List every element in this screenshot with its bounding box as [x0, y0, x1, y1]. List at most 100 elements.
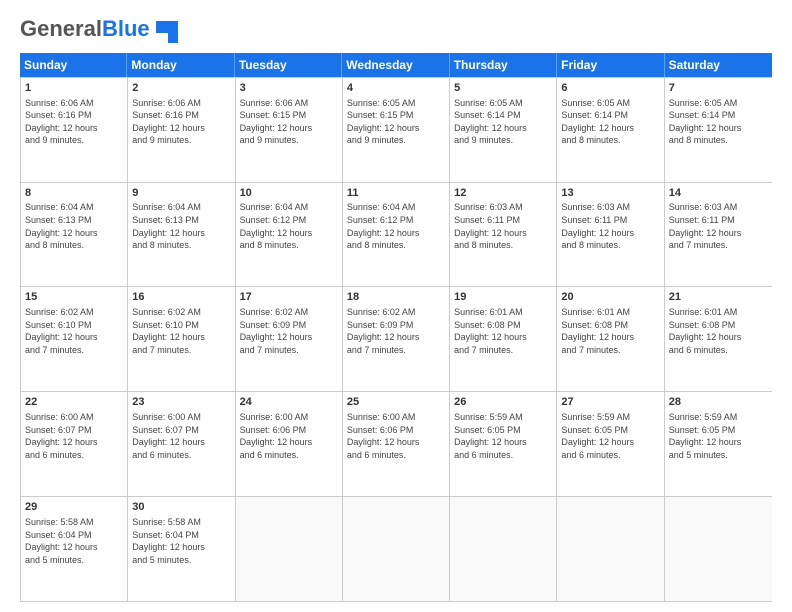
calendar-cell	[557, 497, 664, 601]
cell-info: Sunrise: 6:02 AMSunset: 6:10 PMDaylight:…	[25, 306, 123, 356]
cell-info: Sunrise: 6:02 AMSunset: 6:09 PMDaylight:…	[347, 306, 445, 356]
cell-info: Sunrise: 5:59 AMSunset: 6:05 PMDaylight:…	[561, 411, 659, 461]
calendar-cell: 26Sunrise: 5:59 AMSunset: 6:05 PMDayligh…	[450, 392, 557, 496]
cell-info: Sunrise: 5:58 AMSunset: 6:04 PMDaylight:…	[25, 516, 123, 566]
calendar-cell: 28Sunrise: 5:59 AMSunset: 6:05 PMDayligh…	[665, 392, 772, 496]
day-number: 8	[25, 186, 123, 201]
calendar-cell: 11Sunrise: 6:04 AMSunset: 6:12 PMDayligh…	[343, 183, 450, 287]
day-number: 13	[561, 186, 659, 201]
calendar-cell: 6Sunrise: 6:05 AMSunset: 6:14 PMDaylight…	[557, 78, 664, 182]
day-number: 7	[669, 81, 768, 96]
calendar-cell: 18Sunrise: 6:02 AMSunset: 6:09 PMDayligh…	[343, 287, 450, 391]
day-number: 16	[132, 290, 230, 305]
calendar-body: 1Sunrise: 6:06 AMSunset: 6:16 PMDaylight…	[20, 77, 772, 602]
calendar-cell: 14Sunrise: 6:03 AMSunset: 6:11 PMDayligh…	[665, 183, 772, 287]
calendar-cell: 22Sunrise: 6:00 AMSunset: 6:07 PMDayligh…	[21, 392, 128, 496]
calendar-row: 22Sunrise: 6:00 AMSunset: 6:07 PMDayligh…	[21, 392, 772, 497]
calendar-cell: 1Sunrise: 6:06 AMSunset: 6:16 PMDaylight…	[21, 78, 128, 182]
cell-info: Sunrise: 6:05 AMSunset: 6:14 PMDaylight:…	[454, 97, 552, 147]
calendar-row: 15Sunrise: 6:02 AMSunset: 6:10 PMDayligh…	[21, 287, 772, 392]
calendar-cell: 19Sunrise: 6:01 AMSunset: 6:08 PMDayligh…	[450, 287, 557, 391]
calendar-cell: 21Sunrise: 6:01 AMSunset: 6:08 PMDayligh…	[665, 287, 772, 391]
calendar-cell: 12Sunrise: 6:03 AMSunset: 6:11 PMDayligh…	[450, 183, 557, 287]
calendar-cell: 4Sunrise: 6:05 AMSunset: 6:15 PMDaylight…	[343, 78, 450, 182]
cell-info: Sunrise: 6:04 AMSunset: 6:13 PMDaylight:…	[25, 201, 123, 251]
calendar-cell: 10Sunrise: 6:04 AMSunset: 6:12 PMDayligh…	[236, 183, 343, 287]
calendar-cell: 3Sunrise: 6:06 AMSunset: 6:15 PMDaylight…	[236, 78, 343, 182]
calendar-cell: 17Sunrise: 6:02 AMSunset: 6:09 PMDayligh…	[236, 287, 343, 391]
calendar-cell: 23Sunrise: 6:00 AMSunset: 6:07 PMDayligh…	[128, 392, 235, 496]
cell-info: Sunrise: 6:03 AMSunset: 6:11 PMDaylight:…	[454, 201, 552, 251]
calendar-header: SundayMondayTuesdayWednesdayThursdayFrid…	[20, 53, 772, 77]
calendar-cell	[343, 497, 450, 601]
calendar-cell	[450, 497, 557, 601]
calendar-cell: 25Sunrise: 6:00 AMSunset: 6:06 PMDayligh…	[343, 392, 450, 496]
day-number: 3	[240, 81, 338, 96]
calendar-row: 8Sunrise: 6:04 AMSunset: 6:13 PMDaylight…	[21, 183, 772, 288]
cell-info: Sunrise: 6:06 AMSunset: 6:16 PMDaylight:…	[132, 97, 230, 147]
header-day-saturday: Saturday	[665, 53, 772, 77]
logo-blue: Blue	[102, 16, 150, 41]
day-number: 9	[132, 186, 230, 201]
day-number: 27	[561, 395, 659, 410]
day-number: 29	[25, 500, 123, 515]
logo-general: General	[20, 16, 102, 41]
day-number: 15	[25, 290, 123, 305]
cell-info: Sunrise: 6:04 AMSunset: 6:12 PMDaylight:…	[240, 201, 338, 251]
calendar-cell: 20Sunrise: 6:01 AMSunset: 6:08 PMDayligh…	[557, 287, 664, 391]
calendar-cell: 29Sunrise: 5:58 AMSunset: 6:04 PMDayligh…	[21, 497, 128, 601]
cell-info: Sunrise: 5:58 AMSunset: 6:04 PMDaylight:…	[132, 516, 230, 566]
day-number: 22	[25, 395, 123, 410]
cell-info: Sunrise: 6:03 AMSunset: 6:11 PMDaylight:…	[561, 201, 659, 251]
day-number: 2	[132, 81, 230, 96]
logo-wordmark: GeneralBlue	[20, 16, 178, 43]
calendar-row: 1Sunrise: 6:06 AMSunset: 6:16 PMDaylight…	[21, 78, 772, 183]
cell-info: Sunrise: 5:59 AMSunset: 6:05 PMDaylight:…	[669, 411, 768, 461]
cell-info: Sunrise: 6:05 AMSunset: 6:14 PMDaylight:…	[669, 97, 768, 147]
cell-info: Sunrise: 6:04 AMSunset: 6:13 PMDaylight:…	[132, 201, 230, 251]
calendar-cell: 27Sunrise: 5:59 AMSunset: 6:05 PMDayligh…	[557, 392, 664, 496]
cell-info: Sunrise: 6:03 AMSunset: 6:11 PMDaylight:…	[669, 201, 768, 251]
cell-info: Sunrise: 6:00 AMSunset: 6:06 PMDaylight:…	[240, 411, 338, 461]
header-day-sunday: Sunday	[20, 53, 127, 77]
cell-info: Sunrise: 6:02 AMSunset: 6:09 PMDaylight:…	[240, 306, 338, 356]
calendar-cell	[236, 497, 343, 601]
day-number: 30	[132, 500, 230, 515]
day-number: 5	[454, 81, 552, 96]
day-number: 12	[454, 186, 552, 201]
cell-info: Sunrise: 6:00 AMSunset: 6:07 PMDaylight:…	[132, 411, 230, 461]
calendar-cell: 16Sunrise: 6:02 AMSunset: 6:10 PMDayligh…	[128, 287, 235, 391]
cell-info: Sunrise: 6:01 AMSunset: 6:08 PMDaylight:…	[454, 306, 552, 356]
day-number: 6	[561, 81, 659, 96]
day-number: 18	[347, 290, 445, 305]
day-number: 24	[240, 395, 338, 410]
cell-info: Sunrise: 6:00 AMSunset: 6:07 PMDaylight:…	[25, 411, 123, 461]
cell-info: Sunrise: 6:06 AMSunset: 6:15 PMDaylight:…	[240, 97, 338, 147]
calendar-cell: 7Sunrise: 6:05 AMSunset: 6:14 PMDaylight…	[665, 78, 772, 182]
header-day-monday: Monday	[127, 53, 234, 77]
day-number: 11	[347, 186, 445, 201]
page: GeneralBlue SundayMondayTuesdayWednesday…	[0, 0, 792, 612]
cell-info: Sunrise: 5:59 AMSunset: 6:05 PMDaylight:…	[454, 411, 552, 461]
day-number: 14	[669, 186, 768, 201]
calendar-cell: 2Sunrise: 6:06 AMSunset: 6:16 PMDaylight…	[128, 78, 235, 182]
day-number: 28	[669, 395, 768, 410]
logo-icon	[156, 21, 178, 43]
logo: GeneralBlue	[20, 16, 178, 43]
day-number: 10	[240, 186, 338, 201]
calendar-cell: 9Sunrise: 6:04 AMSunset: 6:13 PMDaylight…	[128, 183, 235, 287]
header: GeneralBlue	[20, 16, 772, 43]
calendar-cell	[665, 497, 772, 601]
header-day-wednesday: Wednesday	[342, 53, 449, 77]
cell-info: Sunrise: 6:04 AMSunset: 6:12 PMDaylight:…	[347, 201, 445, 251]
cell-info: Sunrise: 6:01 AMSunset: 6:08 PMDaylight:…	[561, 306, 659, 356]
cell-info: Sunrise: 6:05 AMSunset: 6:15 PMDaylight:…	[347, 97, 445, 147]
cell-info: Sunrise: 6:06 AMSunset: 6:16 PMDaylight:…	[25, 97, 123, 147]
day-number: 17	[240, 290, 338, 305]
day-number: 26	[454, 395, 552, 410]
calendar-cell: 24Sunrise: 6:00 AMSunset: 6:06 PMDayligh…	[236, 392, 343, 496]
calendar: SundayMondayTuesdayWednesdayThursdayFrid…	[20, 53, 772, 602]
calendar-cell: 8Sunrise: 6:04 AMSunset: 6:13 PMDaylight…	[21, 183, 128, 287]
day-number: 4	[347, 81, 445, 96]
header-day-friday: Friday	[557, 53, 664, 77]
